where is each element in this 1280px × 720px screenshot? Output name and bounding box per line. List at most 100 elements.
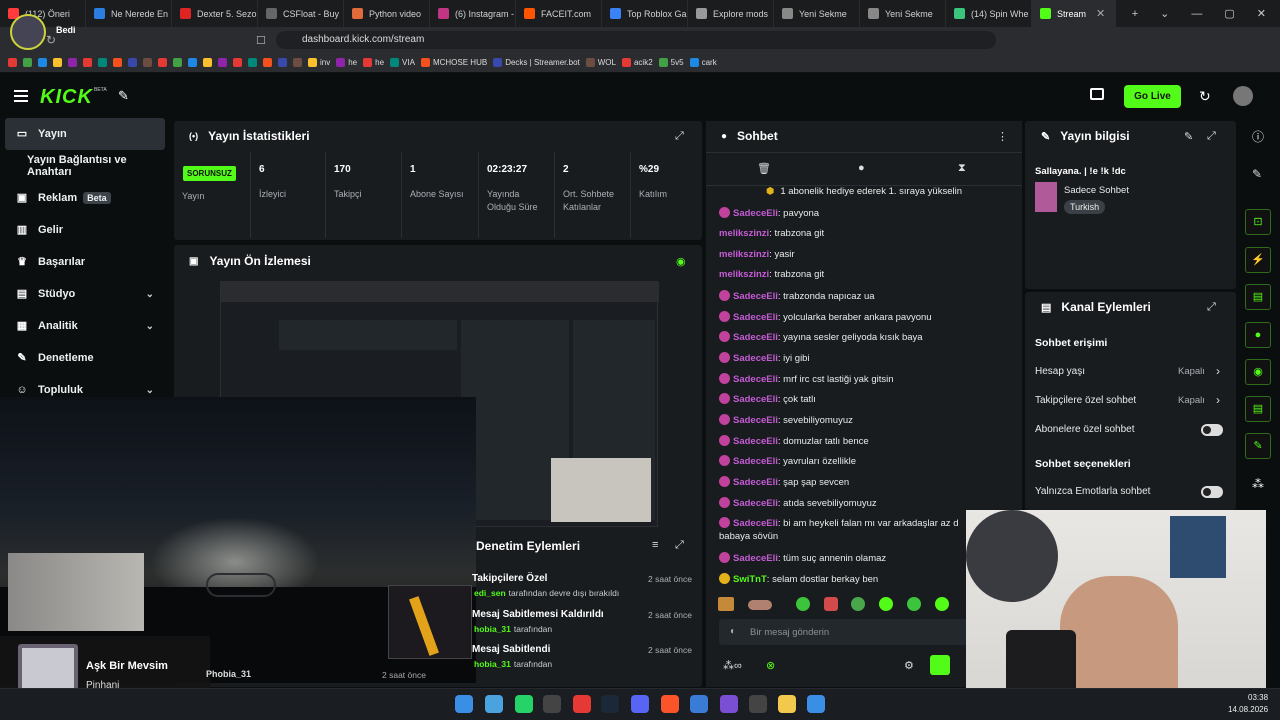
- sidebar-item-basarilar[interactable]: ♛ Başarılar: [0, 246, 170, 278]
- bookmark-favicon-icon[interactable]: [293, 58, 302, 67]
- bookmark-item[interactable]: WOL: [585, 58, 616, 67]
- browser-tab[interactable]: Stream ✕: [1032, 0, 1116, 27]
- browser-tab[interactable]: Top Roblox Ga: [602, 0, 688, 27]
- taskbar-app-icon[interactable]: [631, 695, 649, 713]
- chat-username[interactable]: SadeceEli: [733, 312, 778, 323]
- chat-username[interactable]: SadeceEli: [733, 208, 778, 219]
- chat-username[interactable]: SwiTnT: [733, 574, 767, 585]
- bookmark-item[interactable]: he: [363, 58, 384, 67]
- bookmark-favicon-icon[interactable]: [143, 58, 152, 67]
- taskbar-app-icon[interactable]: [573, 695, 591, 713]
- sidebar-item-analitik[interactable]: ▦ Analitik ⌄: [0, 310, 170, 342]
- bookmark-icon[interactable]: ☐: [256, 34, 266, 47]
- bookmark-favicon-icon[interactable]: [83, 58, 92, 67]
- chat-username[interactable]: SadeceEli: [733, 415, 778, 426]
- bookmark-favicon-icon[interactable]: [53, 58, 62, 67]
- sidebar-item-yayin[interactable]: ▭ Yayın: [5, 118, 165, 150]
- taskbar-app-icon[interactable]: [778, 695, 796, 713]
- browser-tab[interactable]: FACEIT.com: [516, 0, 602, 27]
- chat-username[interactable]: SadeceEli: [733, 456, 778, 467]
- browser-tab[interactable]: Yeni Sekme: [774, 0, 860, 27]
- account-age-value[interactable]: Kapalı: [1178, 366, 1205, 377]
- browser-tab[interactable]: CSFloat - Buy: [258, 0, 344, 27]
- chat-username[interactable]: SadeceEli: [733, 394, 778, 405]
- chat-settings-icon[interactable]: ●: [858, 162, 865, 174]
- chat-username[interactable]: SadeceEli: [733, 374, 778, 385]
- taskbar-app-icon[interactable]: [601, 695, 619, 713]
- browser-tab[interactable]: Explore mods: [688, 0, 774, 27]
- bookmark-favicon-icon[interactable]: [203, 58, 212, 67]
- timer-icon[interactable]: ⧗: [958, 162, 966, 175]
- sidebar-item-studyo[interactable]: ▤ Stüdyo ⌄: [0, 278, 170, 310]
- browser-tab[interactable]: (6) Instagram -: [430, 0, 516, 27]
- url-field[interactable]: dashboard.kick.com/stream: [276, 31, 996, 49]
- rail-broadcast-icon[interactable]: ◉: [1245, 359, 1271, 385]
- chat-username[interactable]: SadeceEli: [733, 477, 778, 488]
- bookmark-favicon-icon[interactable]: [128, 58, 137, 67]
- profile-avatar[interactable]: [10, 14, 46, 50]
- gear-icon[interactable]: ⚙: [904, 659, 914, 672]
- emote-only-toggle[interactable]: [1201, 486, 1223, 498]
- chat-username[interactable]: SadeceEli: [733, 498, 778, 509]
- chat-username[interactable]: SadeceEli: [733, 291, 778, 302]
- chevron-right-icon[interactable]: ›: [1216, 393, 1220, 407]
- bookmark-item[interactable]: cark: [689, 58, 717, 67]
- sidebar-item-gelir[interactable]: ▥ Gelir: [0, 214, 170, 246]
- reload-icon[interactable]: ↻: [46, 33, 56, 47]
- browser-tab[interactable]: Python video: [344, 0, 430, 27]
- bookmark-favicon-icon[interactable]: [248, 58, 257, 67]
- bookmark-favicon-icon[interactable]: [8, 58, 17, 67]
- close-tab-icon[interactable]: ✕: [1096, 7, 1105, 20]
- browser-tab[interactable]: Dexter 5. Sezo: [172, 0, 258, 27]
- sidebar-item-denetleme[interactable]: ✎ Denetleme: [0, 342, 170, 374]
- taskbar-app-icon[interactable]: [720, 695, 738, 713]
- taskbar-app-icon[interactable]: [543, 695, 561, 713]
- taskbar-app-icon[interactable]: [690, 695, 708, 713]
- pin-icon[interactable]: ✎: [118, 88, 129, 104]
- kick-emote-icon[interactable]: ⊗: [766, 659, 775, 672]
- more-options-icon[interactable]: ⋮: [997, 130, 1008, 143]
- sidebar-item-reklam[interactable]: ▣ Reklam Beta: [0, 182, 170, 214]
- expand-icon[interactable]: ⤢: [1207, 130, 1216, 143]
- chat-username[interactable]: melikszinzi: [719, 249, 769, 260]
- go-live-button[interactable]: Go Live: [1124, 85, 1181, 108]
- bookmark-favicon-icon[interactable]: [23, 58, 32, 67]
- expand-icon[interactable]: ⤢: [1207, 301, 1216, 314]
- filter-icon[interactable]: ≡: [652, 539, 658, 551]
- pencil-icon[interactable]: ✎: [1252, 167, 1262, 181]
- browser-tab[interactable]: Yeni Sekme: [860, 0, 946, 27]
- rail-wrench-icon[interactable]: ✎: [1245, 433, 1271, 459]
- screen-icon[interactable]: [1090, 88, 1104, 100]
- info-icon[interactable]: ⓘ: [1252, 128, 1264, 145]
- taskbar-app-icon[interactable]: [807, 695, 825, 713]
- tab-search-icon[interactable]: ⌄: [1160, 7, 1169, 20]
- rail-chat-icon[interactable]: ●: [1245, 322, 1271, 348]
- chat-username[interactable]: melikszinzi: [719, 269, 769, 280]
- minimize-button[interactable]: —: [1191, 8, 1202, 20]
- followers-only-value[interactable]: Kapalı: [1178, 395, 1205, 406]
- new-tab-button[interactable]: +: [1132, 8, 1138, 20]
- expand-icon[interactable]: ⤢: [675, 539, 684, 552]
- chat-username[interactable]: SadeceEli: [733, 353, 778, 364]
- trash-icon[interactable]: 🗑: [757, 162, 771, 175]
- chevron-right-icon[interactable]: ›: [1216, 364, 1220, 378]
- sidebar-item-stream-key[interactable]: Yayın Bağlantısı ve Anahtarı: [0, 150, 170, 182]
- bookmark-favicon-icon[interactable]: [158, 58, 167, 67]
- browser-tab[interactable]: Ne Nerede En: [86, 0, 172, 27]
- bookmark-favicon-icon[interactable]: [263, 58, 272, 67]
- bookmark-favicon-icon[interactable]: [233, 58, 242, 67]
- chat-username[interactable]: melikszinzi: [719, 228, 769, 239]
- bookmark-favicon-icon[interactable]: [113, 58, 122, 67]
- taskbar-app-icon[interactable]: [485, 695, 503, 713]
- community-icon[interactable]: ⁂∞: [723, 659, 742, 672]
- browser-tab[interactable]: (14) Spin Whe: [946, 0, 1032, 27]
- rail-camera-icon[interactable]: ⊡: [1245, 209, 1271, 235]
- subscribers-only-toggle[interactable]: [1201, 424, 1223, 436]
- chat-username[interactable]: SadeceEli: [733, 553, 778, 564]
- kick-logo[interactable]: KICK: [40, 86, 93, 109]
- rail-lightning-icon[interactable]: ⚡: [1245, 247, 1271, 273]
- chat-username[interactable]: SadeceEli: [733, 332, 778, 343]
- rail-list-icon[interactable]: ▤: [1245, 284, 1271, 310]
- taskbar-app-icon[interactable]: [515, 695, 533, 713]
- user-avatar[interactable]: [1233, 86, 1253, 106]
